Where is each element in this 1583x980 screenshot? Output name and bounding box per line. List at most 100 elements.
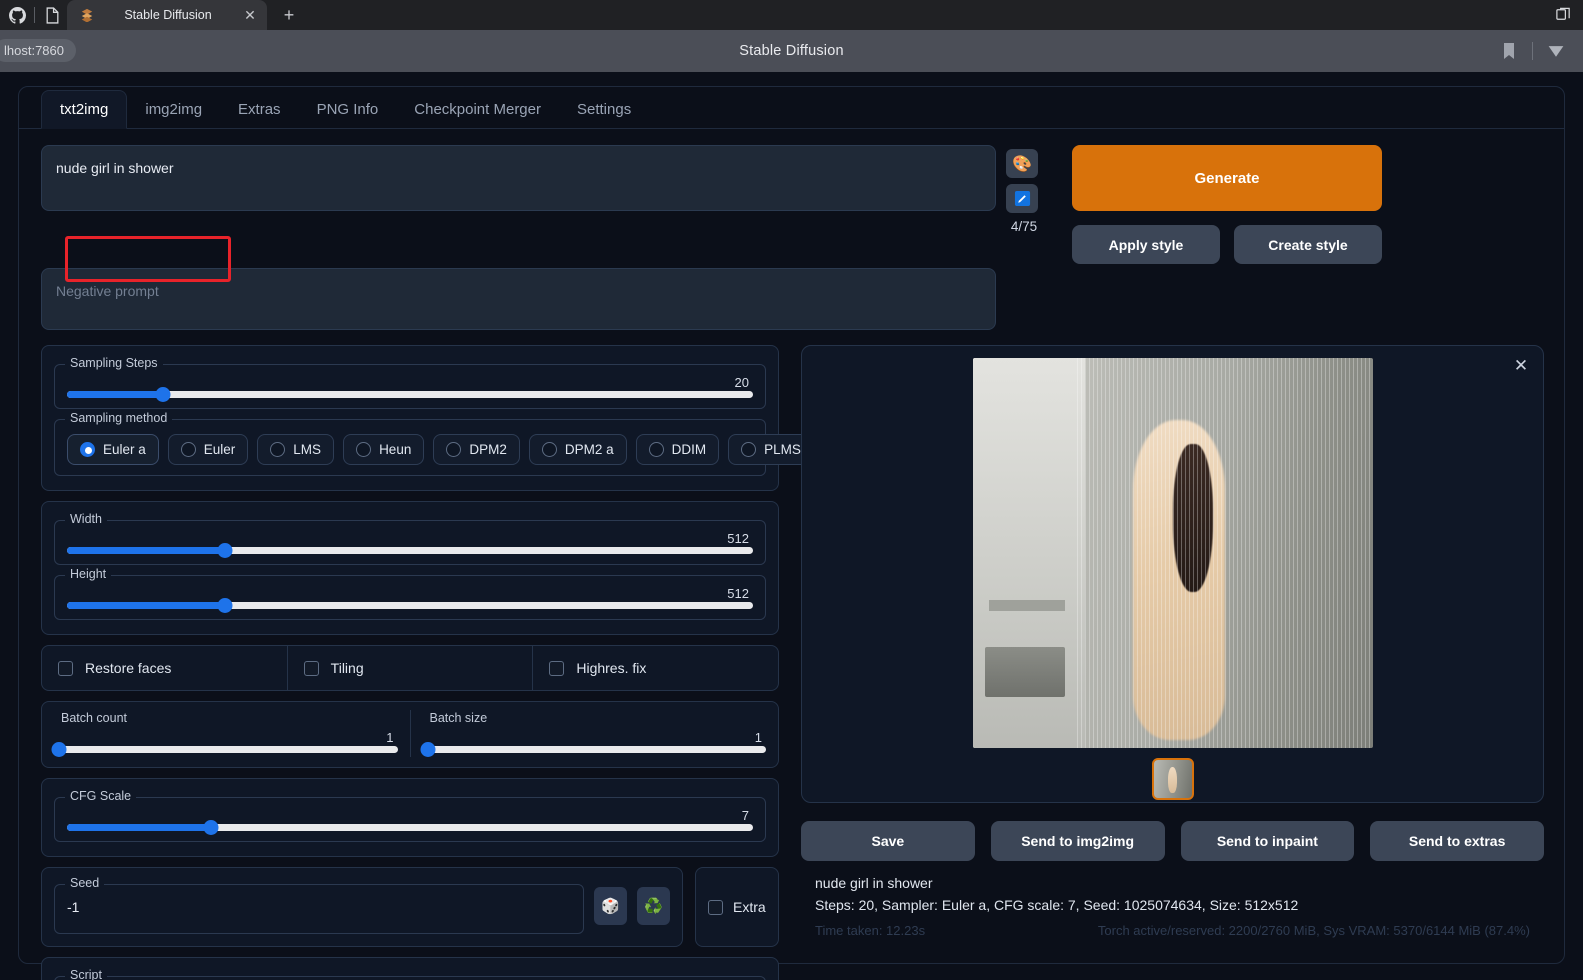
sampler-label: PLMS <box>764 442 801 457</box>
info-prompt: nude girl in shower <box>815 875 933 891</box>
sampler-option-dpm2[interactable]: DPM2 <box>433 434 520 465</box>
sampler-option-dpm2-a[interactable]: DPM2 a <box>528 434 627 465</box>
sampling-panel: Sampling Steps 20 Sampling method Euler … <box>41 345 814 491</box>
url-pill[interactable]: lhost:7860 <box>0 39 76 62</box>
checkbox-icon <box>303 660 319 676</box>
cfg-scale-field: CFG Scale 7 <box>54 789 766 842</box>
sampling-steps-slider[interactable] <box>67 387 753 402</box>
sampler-label: Euler <box>203 442 236 457</box>
save-button[interactable]: Save <box>801 821 975 861</box>
seed-row: Seed -1 🎲 ♻️ Extra <box>41 867 779 947</box>
info-params: Steps: 20, Sampler: Euler a, CFG scale: … <box>815 897 1299 913</box>
tiling-label: Tiling <box>330 660 364 676</box>
sampler-option-ddim[interactable]: DDIM <box>635 434 720 465</box>
app-container: txt2img img2img Extras PNG Info Checkpoi… <box>18 86 1565 980</box>
radio-icon <box>741 442 757 457</box>
browser-tab-title: Stable Diffusion <box>124 8 212 22</box>
batch-count-slider[interactable] <box>51 742 398 757</box>
palette-icon[interactable]: 🎨 <box>1006 149 1038 178</box>
bookmark-icon[interactable] <box>1500 42 1518 60</box>
copy-windows-icon[interactable] <box>1553 4 1573 24</box>
width-label: Width <box>65 512 107 526</box>
sampler-option-euler[interactable]: Euler <box>167 434 249 465</box>
width-slider[interactable] <box>67 543 753 558</box>
tab-checkpoint-merger[interactable]: Checkpoint Merger <box>396 91 559 128</box>
chevron-down-icon[interactable] <box>1547 42 1565 60</box>
sampler-label: DPM2 <box>469 442 507 457</box>
seed-field: Seed -1 <box>54 876 584 934</box>
restore-faces-label: Restore faces <box>85 660 172 676</box>
send-to-inpaint-button[interactable]: Send to inpaint <box>1180 821 1355 861</box>
seed-label: Seed <box>65 876 105 890</box>
thumbnail-item[interactable] <box>1151 758 1194 800</box>
batch-size-value: 1 <box>754 730 762 745</box>
radio-icon <box>446 442 462 457</box>
sampler-option-euler-a[interactable]: Euler a <box>67 434 159 465</box>
script-panel: Script None <box>41 957 779 980</box>
main-columns: Sampling Steps 20 Sampling method Euler … <box>19 345 1564 980</box>
generate-button[interactable]: Generate <box>1072 145 1382 211</box>
browser-tab-bar: Stable Diffusion ✕ + <box>0 0 1583 30</box>
prompt-inputs <box>41 145 996 335</box>
thumbnail-strip <box>814 758 1531 800</box>
recycle-icon[interactable]: ♻️ <box>637 887 670 925</box>
prompt-input[interactable] <box>41 145 996 211</box>
tab-extras[interactable]: Extras <box>220 91 299 128</box>
tiling-toggle[interactable]: Tiling <box>286 646 533 690</box>
page-icon[interactable] <box>43 6 61 24</box>
sampler-label: LMS <box>293 442 322 457</box>
paste-style-icon[interactable] <box>1006 184 1038 213</box>
vram-usage: Torch active/reserved: 2200/2760 MiB, Sy… <box>1097 923 1530 938</box>
checkbox-icon <box>549 660 565 676</box>
sampler-option-lms[interactable]: LMS <box>257 434 335 465</box>
github-icon[interactable] <box>8 6 26 24</box>
close-icon[interactable]: ✕ <box>1511 356 1531 376</box>
script-field: Script None <box>54 968 766 980</box>
toggles-row: Restore faces Tiling Highres. fix <box>41 645 779 691</box>
radio-icon <box>648 442 664 457</box>
batch-size-slider[interactable] <box>420 742 766 757</box>
sampler-option-heun[interactable]: Heun <box>343 434 425 465</box>
tab-img2img[interactable]: img2img <box>127 91 220 128</box>
sampling-steps-value: 20 <box>734 375 749 390</box>
highres-fix-toggle[interactable]: Highres. fix <box>532 646 778 690</box>
cfg-scale-label: CFG Scale <box>65 789 137 803</box>
generated-image-wrap <box>814 358 1531 748</box>
restore-faces-toggle[interactable]: Restore faces <box>42 646 287 690</box>
generate-column: Generate Apply style Create style <box>1052 145 1382 335</box>
radio-icon <box>180 442 196 457</box>
extra-toggle[interactable]: Extra <box>695 867 779 947</box>
cfg-scale-slider[interactable] <box>67 820 753 835</box>
stable-diffusion-favicon-icon <box>79 7 95 23</box>
settings-column: Sampling Steps 20 Sampling method Euler … <box>41 345 814 980</box>
token-counter: 4/75 <box>1010 219 1038 234</box>
batch-count-field: Batch count 1 <box>51 711 398 757</box>
app-root: txt2img img2img Extras PNG Info Checkpoi… <box>0 72 1583 980</box>
script-label: Script <box>65 968 107 980</box>
tab-png-info[interactable]: PNG Info <box>299 91 397 128</box>
divider <box>1532 42 1533 60</box>
send-to-extras-button[interactable]: Send to extras <box>1370 821 1544 861</box>
send-to-img2img-button[interactable]: Send to img2img <box>990 821 1165 861</box>
checkbox-icon <box>708 899 723 915</box>
radio-icon <box>541 442 557 457</box>
create-style-button[interactable]: Create style <box>1234 225 1382 264</box>
apply-style-button[interactable]: Apply style <box>1072 225 1220 264</box>
seed-panel: Seed -1 🎲 ♻️ <box>41 867 683 947</box>
tab-txt2img[interactable]: txt2img <box>41 90 128 129</box>
browser-left-icons <box>0 0 67 30</box>
new-tab-button[interactable]: + <box>275 1 303 29</box>
negative-prompt-input[interactable] <box>41 268 996 330</box>
sampling-method-field: Sampling method Euler a Euler LMS Heun D… <box>54 411 814 476</box>
highres-fix-label: Highres. fix <box>576 660 647 676</box>
info-footer: Time taken: 12.23s Torch active/reserved… <box>815 923 1530 938</box>
dice-icon[interactable]: 🎲 <box>594 887 627 925</box>
generated-image[interactable] <box>972 358 1373 748</box>
height-slider[interactable] <box>67 598 753 613</box>
tab-settings[interactable]: Settings <box>559 91 649 128</box>
seed-input[interactable]: -1 <box>65 895 573 925</box>
style-buttons: Apply style Create style <box>1072 225 1382 264</box>
close-icon[interactable]: ✕ <box>241 8 259 22</box>
browser-tab-stable-diffusion[interactable]: Stable Diffusion ✕ <box>67 0 267 30</box>
height-value: 512 <box>727 586 749 601</box>
